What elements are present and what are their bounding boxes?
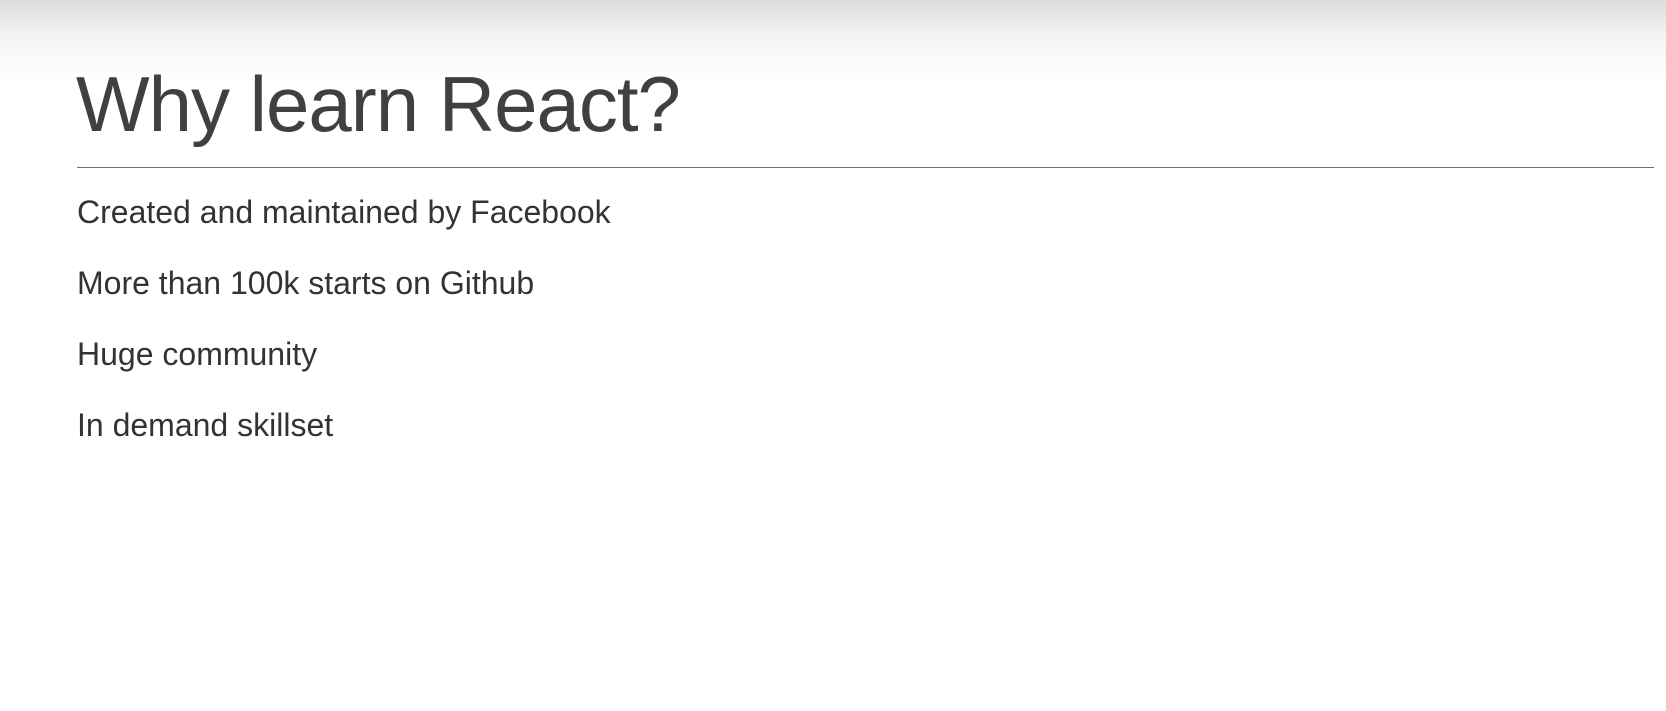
bullet-item: Huge community bbox=[77, 336, 318, 372]
bullet-item: Created and maintained by Facebook bbox=[77, 194, 611, 230]
bullet-list: Created and maintained by Facebook More … bbox=[77, 192, 611, 476]
slide: Why learn React? Created and maintained … bbox=[0, 0, 1666, 711]
slide-title: Why learn React? bbox=[76, 60, 681, 148]
bullet-item: More than 100k starts on Github bbox=[77, 265, 535, 301]
bullet-item: In demand skillset bbox=[77, 407, 334, 443]
title-divider bbox=[77, 167, 1654, 168]
